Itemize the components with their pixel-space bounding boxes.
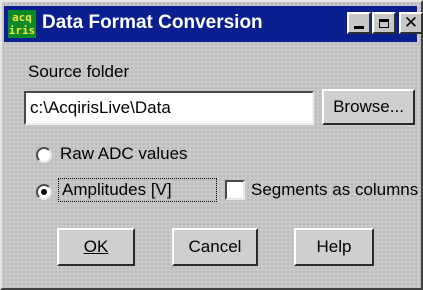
minimize-button[interactable] [347, 12, 371, 34]
help-button-label: Help [316, 237, 352, 256]
radio-selected-dot [41, 189, 47, 195]
data-format-conversion-dialog: acq iris Data Format Conversion ✕ Source… [0, 0, 423, 290]
raw-adc-radio[interactable] [36, 147, 52, 163]
amplitudes-label[interactable]: Amplitudes [V] [62, 180, 172, 200]
segments-as-columns-label[interactable]: Segments as columns [251, 180, 418, 200]
browse-button-label: Browse... [333, 97, 404, 116]
segments-as-columns-checkbox[interactable] [225, 180, 245, 200]
title-bar[interactable]: acq iris Data Format Conversion ✕ [4, 6, 423, 42]
maximize-icon [379, 18, 389, 28]
window-title: Data Format Conversion [42, 12, 263, 33]
maximize-button[interactable] [372, 12, 396, 34]
close-icon: ✕ [403, 13, 419, 33]
cancel-button[interactable]: Cancel [172, 228, 258, 266]
raw-adc-label[interactable]: Raw ADC values [60, 144, 188, 164]
source-folder-input[interactable] [24, 91, 314, 125]
close-button[interactable]: ✕ [399, 12, 423, 34]
ok-button[interactable]: OK [57, 228, 135, 266]
help-button[interactable]: Help [294, 228, 374, 266]
acqiris-app-icon: acq iris [8, 10, 36, 38]
app-icon-line-2: iris [8, 24, 36, 37]
app-icon-line-1: acq [12, 11, 32, 24]
amplitudes-radio[interactable] [36, 184, 52, 200]
ok-button-label: OK [83, 237, 109, 256]
cancel-button-label: Cancel [188, 237, 242, 256]
browse-button[interactable]: Browse... [322, 89, 415, 125]
source-folder-label: Source folder [28, 62, 130, 81]
minimize-icon [354, 25, 364, 29]
